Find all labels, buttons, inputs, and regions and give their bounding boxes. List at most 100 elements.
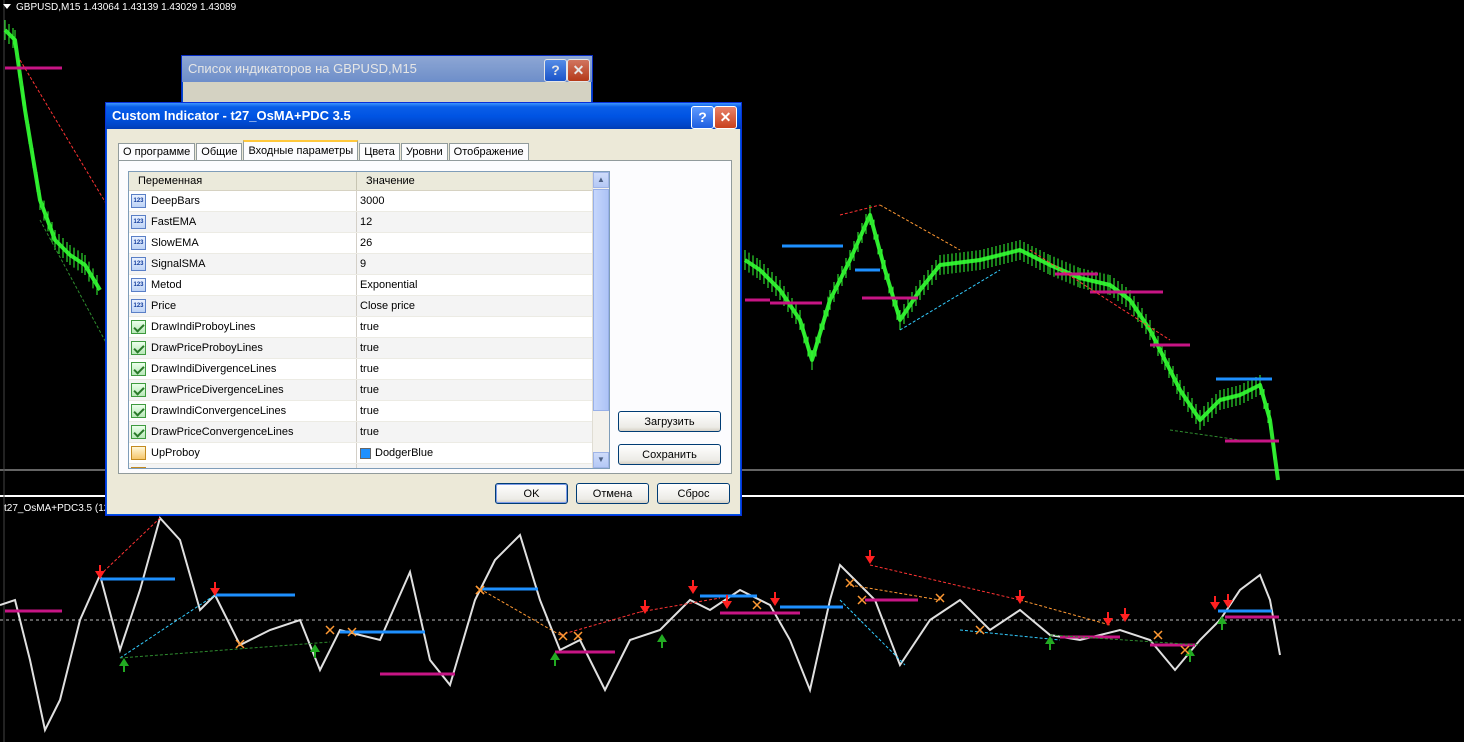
parameter-value-cell[interactable]: 3000 bbox=[357, 191, 593, 211]
down-arrow-icon bbox=[865, 556, 875, 564]
down-arrow-icon bbox=[1103, 618, 1113, 626]
custom-indicator-dialog[interactable]: Custom Indicator - t27_OsMA+PDC 3.5 ? ✕ … bbox=[105, 102, 742, 516]
divergence-line bbox=[879, 204, 961, 251]
indicator-list-window[interactable]: Список индикаторов на GBPUSD,M15 ? ✕ bbox=[181, 55, 593, 107]
tab-2[interactable]: Входные параметры bbox=[243, 140, 359, 162]
parameter-value-cell[interactable]: true bbox=[357, 317, 593, 337]
parameter-value-cell[interactable]: 12 bbox=[357, 212, 593, 232]
scroll-down-arrow-icon[interactable]: ▼ bbox=[593, 452, 609, 468]
parameter-value-cell[interactable]: true bbox=[357, 401, 593, 421]
chart-symbol-info: GBPUSD,M15 1.43064 1.43139 1.43029 1.430… bbox=[3, 2, 236, 13]
number-type-icon: 123 bbox=[131, 278, 146, 292]
parameter-name-cell: DrawIndiConvergenceLines bbox=[129, 401, 357, 421]
parameter-row[interactable]: DrawIndiProboyLines true bbox=[129, 317, 593, 338]
cancel-button[interactable]: Отмена bbox=[576, 483, 649, 504]
bool-type-icon bbox=[131, 362, 146, 376]
chart-menu-triangle-icon[interactable] bbox=[3, 4, 11, 9]
parameter-name: DrawIndiConvergenceLines bbox=[151, 405, 287, 417]
parameter-value-cell[interactable]: MediumVioletRed bbox=[357, 464, 593, 470]
parameter-row[interactable]: DnProboy MediumVioletRed bbox=[129, 464, 593, 470]
tab-0[interactable]: О программе bbox=[118, 143, 196, 161]
parameters-grid[interactable]: Переменная Значение 123 DeepBars 3000 123 Fa… bbox=[128, 171, 610, 469]
parameter-value-cell[interactable]: true bbox=[357, 338, 593, 358]
grid-scrollbar[interactable]: ▲ ▼ bbox=[592, 172, 609, 468]
parameter-value-cell[interactable]: Close price bbox=[357, 296, 593, 316]
divergence-line bbox=[1169, 429, 1241, 441]
parameter-name-cell: DrawPriceProboyLines bbox=[129, 338, 357, 358]
tab-1[interactable]: Общие bbox=[196, 143, 243, 161]
parameter-row[interactable]: DrawPriceDivergenceLines true bbox=[129, 380, 593, 401]
parameter-value: true bbox=[360, 426, 379, 438]
parameter-name-cell: DrawIndiProboyLines bbox=[129, 317, 357, 337]
parameter-name: DrawIndiProboyLines bbox=[151, 321, 256, 333]
down-arrow-icon bbox=[1210, 602, 1220, 610]
grid-header: Переменная Значение bbox=[129, 172, 609, 191]
parameter-name: DeepBars bbox=[151, 195, 200, 207]
scroll-up-arrow-icon[interactable]: ▲ bbox=[593, 172, 609, 188]
parameter-row[interactable]: 123 Metod Exponential bbox=[129, 275, 593, 296]
parameter-row[interactable]: 123 FastEMA 12 bbox=[129, 212, 593, 233]
up-arrow-icon bbox=[657, 634, 667, 642]
parameter-row[interactable]: DrawPriceProboyLines true bbox=[129, 338, 593, 359]
parameter-value: Exponential bbox=[360, 279, 418, 291]
up-arrow-icon bbox=[119, 658, 129, 666]
parameter-value-cell[interactable]: Exponential bbox=[357, 275, 593, 295]
parameter-value-cell[interactable]: DodgerBlue bbox=[357, 443, 593, 463]
parameter-value-cell[interactable]: true bbox=[357, 422, 593, 442]
column-header-variable[interactable]: Переменная bbox=[129, 172, 357, 190]
dialog-titlebar[interactable]: Custom Indicator - t27_OsMA+PDC 3.5 ? ✕ bbox=[106, 103, 741, 129]
indicator-list-title: Список индикаторов на GBPUSD,M15 bbox=[188, 61, 417, 76]
parameter-name-cell: DrawIndiDivergenceLines bbox=[129, 359, 357, 379]
parameter-name-cell: UpProboy bbox=[129, 443, 357, 463]
scroll-thumb[interactable] bbox=[593, 189, 609, 411]
reset-button[interactable]: Сброс bbox=[657, 483, 730, 504]
parameter-value-cell[interactable]: true bbox=[357, 380, 593, 400]
divergence-line bbox=[39, 219, 111, 351]
parameter-name-cell: 123 FastEMA bbox=[129, 212, 357, 232]
parameter-value: 3000 bbox=[360, 195, 385, 207]
parameter-name: Metod bbox=[151, 279, 182, 291]
tab-3[interactable]: Цвета bbox=[359, 143, 400, 161]
save-button[interactable]: Сохранить bbox=[618, 444, 721, 465]
parameter-name-cell: 123 SignalSMA bbox=[129, 254, 357, 274]
indicator-list-help-button[interactable]: ? bbox=[544, 59, 567, 82]
color-swatch bbox=[360, 469, 371, 470]
bool-type-icon bbox=[131, 425, 146, 439]
parameter-row[interactable]: DrawIndiDivergenceLines true bbox=[129, 359, 593, 380]
dialog-title: Custom Indicator - t27_OsMA+PDC 3.5 bbox=[112, 108, 351, 123]
parameter-value-cell[interactable]: 26 bbox=[357, 233, 593, 253]
parameter-row[interactable]: DrawPriceConvergenceLines true bbox=[129, 422, 593, 443]
indicator-divergence-line bbox=[869, 564, 1021, 601]
load-button[interactable]: Загрузить bbox=[618, 411, 721, 432]
column-header-value[interactable]: Значение bbox=[357, 172, 609, 190]
indicator-list-close-button[interactable]: ✕ bbox=[567, 59, 590, 82]
parameter-row[interactable]: UpProboy DodgerBlue bbox=[129, 443, 593, 464]
parameter-name: SlowEMA bbox=[151, 237, 199, 249]
dialog-close-button[interactable]: ✕ bbox=[714, 106, 737, 129]
parameter-value-cell[interactable]: 9 bbox=[357, 254, 593, 274]
indicator-list-titlebar[interactable]: Список индикаторов на GBPUSD,M15 ? ✕ bbox=[182, 56, 592, 82]
tab-5[interactable]: Отображение bbox=[448, 143, 529, 161]
parameter-row[interactable]: 123 SignalSMA 9 bbox=[129, 254, 593, 275]
down-arrow-icon bbox=[770, 598, 780, 606]
parameter-row[interactable]: 123 DeepBars 3000 bbox=[129, 191, 593, 212]
dialog-help-button[interactable]: ? bbox=[691, 106, 714, 129]
bool-type-icon bbox=[131, 383, 146, 397]
tab-4[interactable]: Уровни bbox=[400, 143, 448, 161]
indicator-divergence-line bbox=[99, 517, 161, 576]
cross-marker-icon bbox=[573, 631, 583, 641]
parameter-row[interactable]: DrawIndiConvergenceLines true bbox=[129, 401, 593, 422]
indicator-divergence-line bbox=[559, 611, 641, 636]
parameter-value: true bbox=[360, 405, 379, 417]
parameter-value: 12 bbox=[360, 216, 373, 228]
parameter-row[interactable]: 123 Price Close price bbox=[129, 296, 593, 317]
parameter-value: 9 bbox=[360, 258, 367, 270]
parameter-value-cell[interactable]: true bbox=[357, 359, 593, 379]
number-type-icon: 123 bbox=[131, 236, 146, 250]
cross-marker-icon bbox=[558, 631, 568, 641]
parameter-row[interactable]: 123 SlowEMA 26 bbox=[129, 233, 593, 254]
up-arrow-icon bbox=[1045, 636, 1055, 644]
ok-button[interactable]: OK bbox=[495, 483, 568, 504]
bool-type-icon bbox=[131, 320, 146, 334]
parameter-name: DrawIndiDivergenceLines bbox=[151, 363, 277, 375]
